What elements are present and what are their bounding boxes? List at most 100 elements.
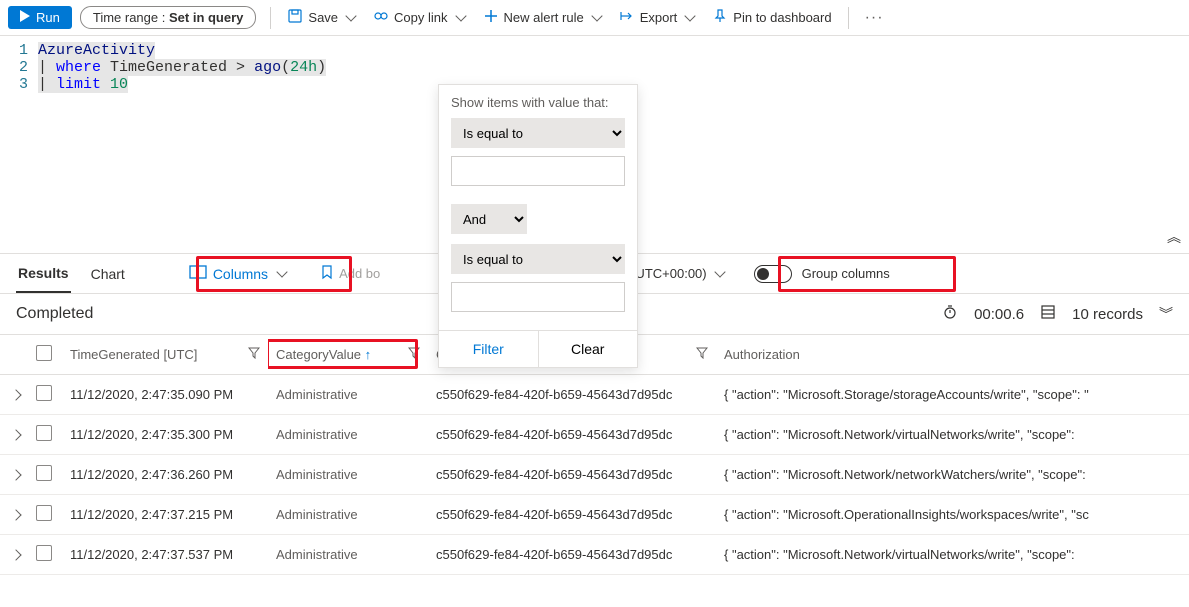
expand-icon[interactable]: [10, 429, 21, 440]
columns-button[interactable]: Columns: [181, 261, 294, 286]
group-columns-label: Group columns: [802, 266, 890, 281]
collapse-icon[interactable]: ︽: [1167, 227, 1181, 247]
sort-asc-icon: ↑: [365, 347, 372, 362]
expand-icon[interactable]: [10, 509, 21, 520]
filter-op1[interactable]: Is equal to: [451, 118, 625, 148]
cell-authorization: { "action": "Microsoft.OperationalInsigh…: [716, 495, 1189, 535]
time-range-label: Time range :: [93, 10, 166, 25]
row-checkbox[interactable]: [36, 545, 52, 561]
expand-icon[interactable]: ︾: [1159, 304, 1173, 324]
table-row[interactable]: 11/12/2020, 2:47:36.260 PMAdministrative…: [0, 455, 1189, 495]
chevron-down-icon: [345, 10, 356, 21]
chevron-down-icon: [276, 266, 287, 277]
cell-time: 11/12/2020, 2:47:36.260 PM: [62, 455, 268, 495]
filter-op2[interactable]: Is equal to: [451, 244, 625, 274]
copy-link-label: Copy link: [394, 10, 447, 25]
chevron-down-icon: [591, 10, 602, 21]
more-button[interactable]: ···: [857, 9, 892, 27]
divider: [848, 7, 849, 29]
table-row[interactable]: 11/12/2020, 2:47:37.537 PMAdministrative…: [0, 535, 1189, 575]
cell-authorization: { "action": "Microsoft.Storage/storageAc…: [716, 375, 1189, 415]
pin-label: Pin to dashboard: [733, 10, 831, 25]
chevron-down-icon: [685, 10, 696, 21]
chevron-down-icon: [455, 10, 466, 21]
record-count: 10 records: [1072, 306, 1143, 323]
select-all-checkbox[interactable]: [36, 345, 52, 361]
pin-icon: [712, 8, 728, 27]
cell-category: Administrative: [268, 375, 428, 415]
table-row[interactable]: 11/12/2020, 2:47:35.090 PMAdministrative…: [0, 375, 1189, 415]
new-alert-button[interactable]: New alert rule: [475, 4, 609, 31]
line-number: 2: [12, 59, 38, 76]
row-checkbox[interactable]: [36, 425, 52, 441]
copy-link-button[interactable]: Copy link: [365, 4, 472, 31]
filter-value1[interactable]: [451, 156, 625, 186]
filter-value2[interactable]: [451, 282, 625, 312]
row-checkbox[interactable]: [36, 385, 52, 401]
line-number: 3: [12, 76, 38, 93]
add-bookmark-label: Add bo: [339, 266, 380, 281]
filter-title: Show items with value that:: [451, 95, 625, 110]
new-alert-label: New alert rule: [504, 10, 584, 25]
link-icon: [373, 8, 389, 27]
cell-correlation: c550f629-fe84-420f-b659-45643d7d95dc: [428, 535, 716, 575]
funnel-icon[interactable]: [408, 347, 420, 362]
filter-apply-button[interactable]: Filter: [439, 331, 538, 367]
cell-category: Administrative: [268, 455, 428, 495]
cell-authorization: { "action": "Microsoft.Network/networkWa…: [716, 455, 1189, 495]
run-button[interactable]: Run: [8, 6, 72, 29]
col-authorization[interactable]: Authorization: [716, 335, 1189, 375]
tab-results[interactable]: Results: [16, 255, 71, 293]
cell-authorization: { "action": "Microsoft.Network/virtualNe…: [716, 415, 1189, 455]
group-columns-toggle[interactable]: [754, 265, 792, 283]
filter-logic[interactable]: And: [451, 204, 527, 234]
export-button[interactable]: Export: [611, 4, 703, 31]
expand-icon[interactable]: [10, 469, 21, 480]
funnel-icon[interactable]: [248, 347, 260, 362]
table-row[interactable]: 11/12/2020, 2:47:35.300 PMAdministrative…: [0, 415, 1189, 455]
play-icon: [20, 10, 30, 25]
filter-popover: Show items with value that: Is equal to …: [438, 84, 638, 368]
funnel-icon[interactable]: [696, 347, 708, 362]
expand-icon[interactable]: [10, 549, 21, 560]
row-checkbox[interactable]: [36, 465, 52, 481]
columns-icon: [189, 265, 207, 282]
cell-time: 11/12/2020, 2:47:37.215 PM: [62, 495, 268, 535]
time-range-value: Set in query: [169, 10, 243, 25]
col-time[interactable]: TimeGenerated [UTC]: [62, 335, 268, 375]
expand-icon[interactable]: [10, 389, 21, 400]
plus-icon: [483, 8, 499, 27]
pin-button[interactable]: Pin to dashboard: [704, 4, 839, 31]
code-line[interactable]: AzureActivity: [38, 42, 155, 59]
save-button[interactable]: Save: [279, 4, 363, 31]
stopwatch-icon: [942, 304, 958, 324]
filter-clear-button[interactable]: Clear: [539, 331, 638, 367]
cell-category: Administrative: [268, 415, 428, 455]
records-icon: [1040, 304, 1056, 324]
time-range-pill[interactable]: Time range : Set in query: [80, 6, 257, 29]
status-label: Completed: [16, 305, 93, 323]
cell-category: Administrative: [268, 535, 428, 575]
col-category[interactable]: CategoryValue ↑: [268, 335, 428, 375]
tab-chart[interactable]: Chart: [89, 256, 127, 292]
add-bookmark-button: Add bo: [312, 260, 388, 287]
cell-correlation: c550f629-fe84-420f-b659-45643d7d95dc: [428, 375, 716, 415]
code-line[interactable]: | limit 10: [38, 76, 128, 93]
line-number: 1: [12, 42, 38, 59]
cell-correlation: c550f629-fe84-420f-b659-45643d7d95dc: [428, 495, 716, 535]
cell-category: Administrative: [268, 495, 428, 535]
run-label: Run: [36, 10, 60, 25]
save-label: Save: [308, 10, 338, 25]
export-icon: [619, 8, 635, 27]
results-table: TimeGenerated [UTC] CategoryValue ↑ Corr…: [0, 335, 1189, 575]
row-checkbox[interactable]: [36, 505, 52, 521]
save-icon: [287, 8, 303, 27]
cell-time: 11/12/2020, 2:47:35.300 PM: [62, 415, 268, 455]
top-toolbar: Run Time range : Set in query Save Copy …: [0, 0, 1189, 36]
elapsed-time: 00:00.6: [974, 306, 1024, 323]
table-row[interactable]: 11/12/2020, 2:47:37.215 PMAdministrative…: [0, 495, 1189, 535]
cell-time: 11/12/2020, 2:47:37.537 PM: [62, 535, 268, 575]
bookmark-icon: [320, 264, 334, 283]
export-label: Export: [640, 10, 678, 25]
code-line[interactable]: | where TimeGenerated > ago(24h): [38, 59, 326, 76]
